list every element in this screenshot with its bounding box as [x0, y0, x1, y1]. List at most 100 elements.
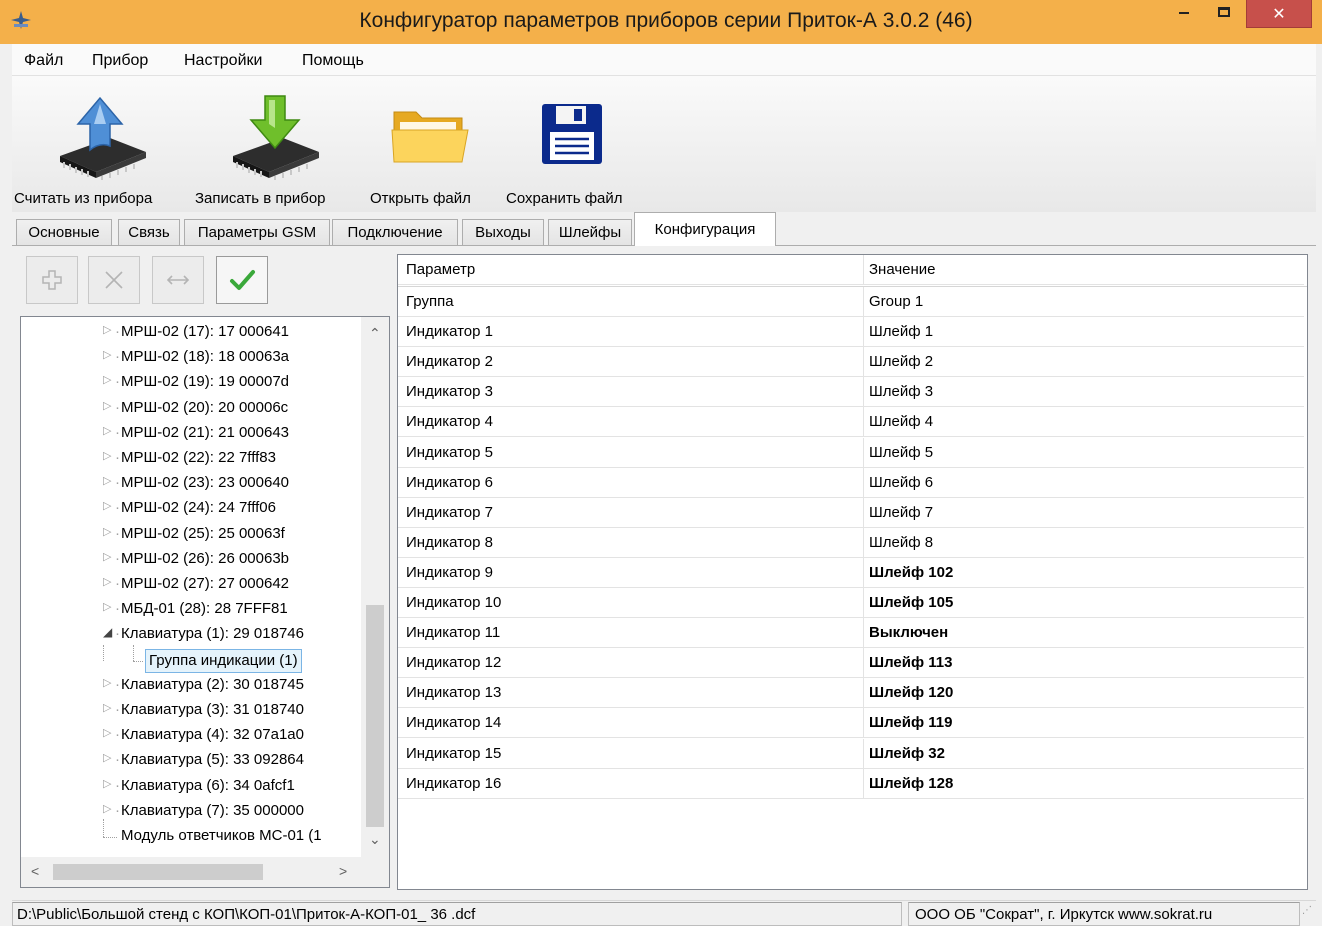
scroll-up-icon[interactable]: ⌃ [369, 325, 381, 342]
collapsed-arrow-icon[interactable]: ▷ [103, 575, 111, 588]
collapsed-arrow-icon[interactable]: ▷ [103, 726, 111, 739]
status-bar: D:\Public\Большой стенд с КОП\КОП-01\При… [12, 900, 1316, 926]
grid-cell-value[interactable]: Шлейф 4 [864, 407, 1304, 438]
property-grid[interactable]: Параметр Значение Группа Group 1 Индикатор… [397, 254, 1308, 890]
grid-cell-parameter[interactable]: Индикатор 16 [398, 768, 864, 799]
collapsed-arrow-icon[interactable]: ▷ [103, 751, 111, 764]
grid-cell-parameter[interactable]: Индикатор 4 [398, 407, 864, 438]
grid-cell-value[interactable]: Шлейф 119 [864, 708, 1304, 739]
tab-outputs[interactable]: Выходы [462, 219, 544, 245]
grid-cell-value[interactable]: Выключен [864, 618, 1304, 649]
menu-device[interactable]: Прибор [92, 52, 148, 70]
grid-cell-value[interactable]: Шлейф 128 [864, 769, 1304, 799]
grid-cell-value[interactable]: Шлейф 6 [864, 468, 1304, 498]
grid-cell-value[interactable]: Шлейф 5 [864, 438, 1304, 468]
close-button[interactable]: ✕ [1246, 0, 1312, 28]
scroll-down-icon[interactable]: ⌄ [369, 831, 381, 848]
resize-grip-icon[interactable]: ⋰ [1302, 905, 1316, 925]
grid-cell-parameter[interactable]: Индикатор 9 [398, 557, 864, 588]
scroll-left-icon[interactable]: < [31, 863, 39, 879]
tree-item-label: Клавиатура (6): 34 0afcf1 [121, 776, 295, 794]
grid-cell-parameter[interactable]: Индикатор 5 [398, 437, 864, 468]
collapsed-arrow-icon[interactable]: ▷ [103, 399, 111, 412]
collapsed-arrow-icon[interactable]: ▷ [103, 550, 111, 563]
grid-cell-parameter[interactable]: Группа [398, 287, 864, 317]
grid-cell-value[interactable]: Шлейф 120 [864, 678, 1304, 709]
grid-cell-value[interactable]: Шлейф 2 [864, 347, 1304, 378]
grid-cell-parameter[interactable]: Индикатор 1 [398, 317, 864, 348]
expanded-arrow-icon[interactable]: ◢ [103, 625, 112, 639]
grid-cell-value[interactable]: Шлейф 1 [864, 317, 1304, 348]
tree-horizontal-scrollbar[interactable]: < > [21, 857, 389, 887]
menu-file[interactable]: Файл [24, 52, 63, 70]
grid-cell-parameter[interactable]: Индикатор 8 [398, 527, 864, 558]
grid-cell-parameter[interactable]: Индикатор 2 [398, 347, 864, 378]
grid-cell-value[interactable]: Шлейф 32 [864, 739, 1304, 769]
collapsed-arrow-icon[interactable]: ▷ [103, 348, 111, 361]
tree-scroll-thumb[interactable] [366, 605, 384, 827]
collapsed-arrow-icon[interactable]: ▷ [103, 701, 111, 714]
tree-connector: · [115, 726, 120, 744]
save-file-button[interactable]: Сохранить файл [506, 76, 646, 212]
collapsed-arrow-icon[interactable]: ▷ [103, 525, 111, 538]
collapsed-arrow-icon[interactable]: ▷ [103, 802, 111, 815]
tree-item-label: МРШ-02 (19): 19 00007d [121, 373, 290, 391]
grid-cell-value[interactable]: Шлейф 7 [864, 498, 1304, 528]
tree-item-label: МРШ-02 (21): 21 000643 [121, 423, 290, 441]
read-from-device-button[interactable]: Считать из прибора [14, 76, 184, 212]
collapsed-arrow-icon[interactable]: ▷ [103, 373, 111, 386]
grid-cell-value[interactable]: Шлейф 8 [864, 528, 1304, 558]
tab-loops[interactable]: Шлейфы [548, 219, 632, 245]
column-header-value[interactable]: Значение [864, 255, 1304, 285]
grid-cell-parameter[interactable]: Индикатор 14 [398, 708, 864, 739]
grid-cell-parameter[interactable]: Индикатор 15 [398, 738, 864, 769]
tree-connector [103, 837, 117, 838]
open-file-button[interactable]: Открыть файл [370, 76, 495, 212]
collapsed-arrow-icon[interactable]: ▷ [103, 600, 111, 613]
grid-cell-parameter[interactable]: Индикатор 3 [398, 377, 864, 408]
collapsed-arrow-icon[interactable]: ▷ [103, 323, 111, 336]
grid-cell-parameter[interactable]: Индикатор 6 [398, 467, 864, 498]
device-tree[interactable]: ▷ · МРШ-02 (17): 17 000641 ▷ · МРШ-02 (18): 1… [20, 316, 390, 888]
apply-button[interactable] [216, 256, 268, 304]
grid-cell-value[interactable]: Group 1 [864, 287, 1304, 317]
column-header-parameter[interactable]: Параметр [398, 255, 864, 285]
maximize-button[interactable] [1206, 0, 1242, 28]
tab-basic[interactable]: Основные [16, 219, 112, 245]
grid-cell-parameter[interactable]: Индикатор 7 [398, 497, 864, 528]
scroll-right-icon[interactable]: > [339, 863, 347, 879]
grid-cell-value[interactable]: Шлейф 3 [864, 377, 1304, 408]
tab-connecting[interactable]: Подключение [332, 219, 458, 245]
grid-cell-value[interactable]: Шлейф 113 [864, 648, 1304, 679]
tree-connector: · [115, 499, 120, 517]
collapsed-arrow-icon[interactable]: ▷ [103, 777, 111, 790]
status-company: ООО ОБ "Сократ", г. Иркутск www.sokrat.r… [908, 902, 1300, 926]
collapsed-arrow-icon[interactable]: ▷ [103, 474, 111, 487]
chip-upload-icon [60, 96, 146, 180]
collapsed-arrow-icon[interactable]: ▷ [103, 499, 111, 512]
tree-vertical-scrollbar[interactable]: ⌃ ⌄ [361, 317, 389, 857]
delete-node-button[interactable] [88, 256, 140, 304]
tab-configuration[interactable]: Конфигурация [634, 212, 776, 246]
menu-help[interactable]: Помощь [302, 52, 364, 70]
collapsed-arrow-icon[interactable]: ▷ [103, 424, 111, 437]
grid-cell-parameter[interactable]: Индикатор 11 [398, 618, 864, 649]
add-node-button[interactable] [26, 256, 78, 304]
write-to-device-button[interactable]: Записать в прибор [195, 76, 355, 212]
move-node-button[interactable] [152, 256, 204, 304]
grid-cell-parameter[interactable]: Индикатор 12 [398, 648, 864, 679]
tab-gsm-parameters[interactable]: Параметры GSM [184, 219, 330, 245]
grid-cell-parameter[interactable]: Индикатор 10 [398, 588, 864, 618]
grid-cell-parameter[interactable]: Индикатор 13 [398, 678, 864, 709]
collapsed-arrow-icon[interactable]: ▷ [103, 676, 111, 689]
window-title: Конфигуратор параметров приборов серии П… [359, 9, 973, 32]
menu-settings[interactable]: Настройки [184, 52, 262, 70]
minimize-button[interactable] [1166, 0, 1202, 28]
save-file-label: Сохранить файл [506, 190, 623, 207]
grid-cell-value[interactable]: Шлейф 102 [864, 558, 1304, 588]
collapsed-arrow-icon[interactable]: ▷ [103, 449, 111, 462]
tree-item-label: Клавиатура (5): 33 092864 [121, 751, 304, 769]
tree-hscroll-thumb[interactable] [53, 864, 263, 880]
grid-cell-value[interactable]: Шлейф 105 [864, 588, 1304, 618]
tab-connection[interactable]: Связь [118, 219, 180, 245]
